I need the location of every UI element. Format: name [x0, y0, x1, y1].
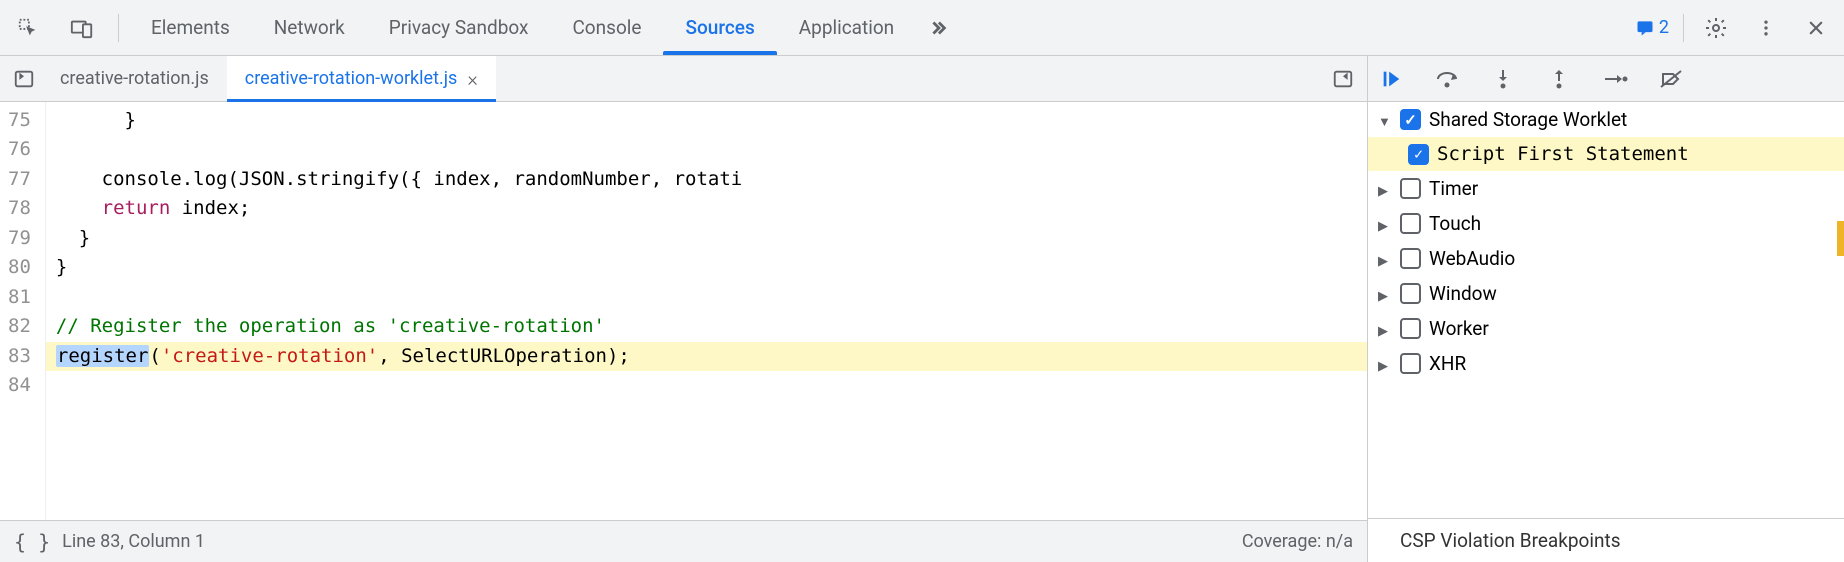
step-out-icon[interactable] — [1544, 64, 1574, 94]
file-tab[interactable]: creative-rotation-worklet.js × — [227, 56, 496, 101]
code-line[interactable]: } — [46, 106, 1367, 135]
checkbox[interactable] — [1408, 144, 1429, 165]
checkbox[interactable] — [1400, 178, 1421, 199]
step-into-icon[interactable] — [1488, 64, 1518, 94]
code-line[interactable]: } — [46, 224, 1367, 253]
step-icon[interactable] — [1600, 64, 1630, 94]
breakpoint-category[interactable]: Window — [1368, 276, 1844, 311]
pretty-print-icon[interactable]: { } — [14, 524, 50, 560]
disclosure-icon — [1378, 212, 1392, 235]
code-line[interactable] — [46, 371, 1367, 400]
breakpoint-category[interactable]: Worker — [1368, 311, 1844, 346]
code-line[interactable]: console.log(JSON.stringify({ index, rand… — [46, 165, 1367, 194]
divider — [1683, 14, 1684, 42]
disclosure-icon — [1378, 108, 1392, 131]
checkbox[interactable] — [1400, 283, 1421, 304]
disclosure-icon — [1378, 352, 1392, 375]
code-line[interactable] — [46, 135, 1367, 164]
checkbox[interactable] — [1400, 318, 1421, 339]
device-toolbar-icon[interactable] — [64, 10, 100, 46]
code-line[interactable]: return index; — [46, 194, 1367, 223]
coverage-status: Coverage: n/a — [1242, 531, 1353, 552]
file-tab[interactable]: creative-rotation.js — [42, 56, 227, 101]
category-label: Shared Storage Worklet — [1429, 108, 1627, 131]
code-line[interactable]: // Register the operation as 'creative-r… — [46, 312, 1367, 341]
category-label: XHR — [1429, 352, 1466, 375]
messages-count: 2 — [1659, 17, 1669, 38]
show-snippets-icon[interactable] — [1325, 61, 1361, 97]
more-tabs-icon[interactable] — [920, 10, 956, 46]
file-tab-label: creative-rotation-worklet.js — [245, 68, 458, 89]
panel-tabs: ElementsNetworkPrivacy SandboxConsoleSou… — [129, 0, 916, 55]
breakpoint-category[interactable]: Touch — [1368, 206, 1844, 241]
scroll-indicator — [1837, 221, 1844, 256]
breakpoints-panel: Shared Storage Worklet Script First State… — [1368, 102, 1844, 518]
status-bar: { } Line 83, Column 1 Coverage: n/a — [0, 520, 1367, 562]
category-label: Timer — [1429, 177, 1478, 200]
panel-tab-privacy-sandbox[interactable]: Privacy Sandbox — [367, 0, 551, 55]
inspect-element-icon[interactable] — [10, 10, 46, 46]
kebab-menu-icon[interactable] — [1748, 10, 1784, 46]
cursor-position: Line 83, Column 1 — [62, 531, 205, 552]
code-line[interactable]: register('creative-rotation', SelectURLO… — [46, 342, 1367, 371]
code-line[interactable]: } — [46, 253, 1367, 282]
checkbox[interactable] — [1400, 109, 1421, 130]
close-icon[interactable]: × — [467, 67, 477, 91]
panel-tab-application[interactable]: Application — [777, 0, 916, 55]
breakpoint-category[interactable]: WebAudio — [1368, 241, 1844, 276]
breakpoint-item[interactable]: Script First Statement — [1368, 137, 1844, 171]
breakpoint-category[interactable]: XHR — [1368, 346, 1844, 381]
disclosure-icon — [1378, 247, 1392, 270]
breakpoint-label: Script First Statement — [1437, 143, 1689, 165]
code-line[interactable] — [46, 283, 1367, 312]
line-gutter: 75767778798081828384 — [0, 102, 46, 520]
debugger-pane: Shared Storage Worklet Script First State… — [1368, 56, 1844, 562]
file-tab-label: creative-rotation.js — [60, 68, 209, 89]
deactivate-breakpoints-icon[interactable] — [1656, 64, 1686, 94]
breakpoint-category[interactable]: Shared Storage Worklet — [1368, 102, 1844, 137]
panel-tab-console[interactable]: Console — [550, 0, 663, 55]
divider — [118, 14, 119, 42]
topbar-right: 2 — [1635, 10, 1844, 46]
checkbox[interactable] — [1400, 353, 1421, 374]
panel-tab-network[interactable]: Network — [252, 0, 367, 55]
category-label: WebAudio — [1429, 247, 1515, 270]
debug-toolbar — [1368, 56, 1844, 102]
panel-tab-elements[interactable]: Elements — [129, 0, 252, 55]
panel-tab-sources[interactable]: Sources — [663, 0, 776, 55]
disclosure-icon — [1378, 282, 1392, 305]
category-label: Worker — [1429, 317, 1489, 340]
file-tabs-bar: creative-rotation.js creative-rotation-wo… — [0, 56, 1367, 102]
breakpoint-category[interactable]: Timer — [1368, 171, 1844, 206]
step-over-icon[interactable] — [1432, 64, 1462, 94]
devtools-topbar: ElementsNetworkPrivacy SandboxConsoleSou… — [0, 0, 1844, 56]
category-label: Window — [1429, 282, 1497, 305]
resume-icon[interactable] — [1376, 64, 1406, 94]
checkbox[interactable] — [1400, 248, 1421, 269]
content: creative-rotation.js creative-rotation-wo… — [0, 56, 1844, 562]
disclosure-icon — [1378, 317, 1392, 340]
disclosure-icon — [1378, 177, 1392, 200]
code-lines[interactable]: } console.log(JSON.stringify({ index, ra… — [46, 102, 1367, 520]
csp-label: CSP Violation Breakpoints — [1400, 529, 1621, 552]
close-icon[interactable] — [1798, 10, 1834, 46]
topbar-left — [0, 10, 129, 46]
messages-badge[interactable]: 2 — [1635, 17, 1669, 38]
settings-icon[interactable] — [1698, 10, 1734, 46]
checkbox[interactable] — [1400, 213, 1421, 234]
csp-breakpoints-section[interactable]: CSP Violation Breakpoints — [1368, 518, 1844, 562]
sources-pane: creative-rotation.js creative-rotation-wo… — [0, 56, 1368, 562]
show-navigator-icon[interactable] — [6, 61, 42, 97]
category-label: Touch — [1429, 212, 1481, 235]
code-editor[interactable]: 75767778798081828384 } console.log(JSON.… — [0, 102, 1367, 520]
